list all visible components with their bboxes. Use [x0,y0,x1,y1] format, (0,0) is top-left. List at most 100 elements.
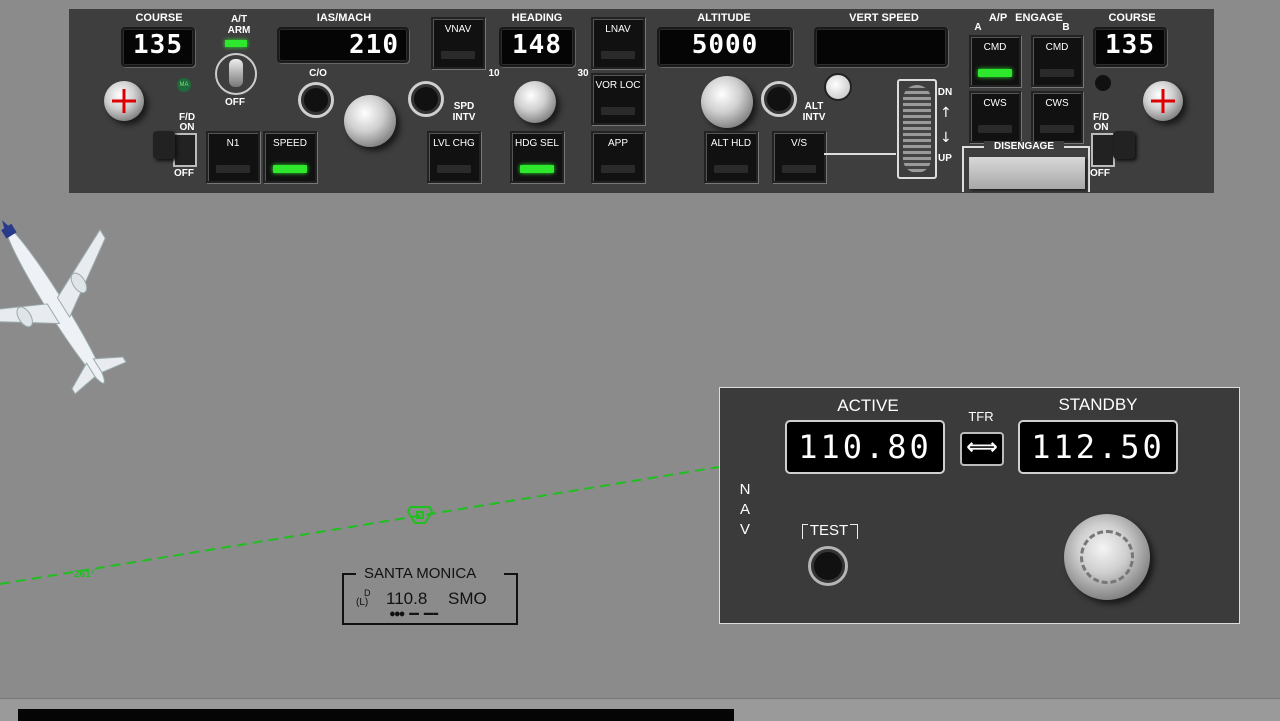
cmd-a-label: CMD [983,42,1007,53]
crosshair-icon [1151,89,1175,113]
spd-intv-label-2: INTV [452,112,476,123]
heading-display: 148 [499,27,575,67]
at-indicator-light: MA [177,78,191,92]
alt-hld-label: ALT HLD [710,138,752,149]
vs-thumbwheel[interactable] [903,85,931,173]
course-right-knob[interactable] [1143,81,1183,121]
fd-left-lever[interactable] [153,131,175,159]
vor-ident: SMO [448,589,487,608]
standby-frequency-display: 112.50 [1018,420,1178,474]
vs-arrows-icon: ↑ ↓ [940,105,952,146]
lnav-label: LNAV [605,24,631,35]
fd-left-on-label: ON [179,122,195,133]
nav-radio-panel: NAV ACTIVE 110.80 TFR ⟺ STANDBY 112.50 T… [719,387,1240,624]
at-arm-light [225,40,247,47]
hdg-sel-label: HDG SEL [515,138,559,149]
bank-min-label: 10 [488,68,500,79]
course-left-label: COURSE [135,12,183,24]
cmd-a-button[interactable]: CMD [969,35,1021,87]
spd-intv-button[interactable] [408,81,444,117]
bank-max-label: 30 [577,68,589,79]
course-left-display: 135 [121,27,195,67]
course-right-indicator [1095,75,1111,91]
speed-button[interactable]: SPEED [263,131,317,183]
n1-label: N1 [226,138,240,149]
vor-loc-button[interactable]: VOR LOC [591,73,645,125]
changeover-button[interactable] [298,82,334,118]
at-arm-label: ARM [227,25,251,36]
cmd-b-button[interactable]: CMD [1031,35,1083,87]
vor-loc-label: VOR LOC [595,80,641,91]
app-label: APP [607,138,628,149]
hdg-sel-button[interactable]: HDG SEL [510,131,564,183]
vs-up-label: UP [938,153,952,164]
fd-right-off-label: OFF [1090,168,1110,179]
vert-speed-label: VERT SPEED [849,12,919,24]
mode-control-panel: COURSE 135 MA F/D ON OFF A/T ARM OFF N1 … [69,9,1214,193]
tfr-label: TFR [968,409,994,424]
disengage-label: DISENGAGE [984,141,1064,152]
frequency-tuning-knob[interactable] [1064,514,1150,600]
vor-info-box: SANTA MONICA D (L) 110.8 SMO ●●● ▬▬ ▬▬▬ [342,565,518,625]
vnav-button[interactable]: VNAV [431,17,485,69]
course-left-knob[interactable] [104,81,144,121]
nav-letter-a: A [739,501,750,518]
cmd-b-label: CMD [1045,42,1069,53]
lvl-chg-button[interactable]: LVL CHG [427,131,481,183]
morse-code: ●●● ▬▬ ▬▬▬ [390,609,439,618]
heading-label: HEADING [511,12,563,24]
vs-wheel-frame [897,79,937,179]
cws-b-label: CWS [1045,98,1069,109]
standby-label: STANDBY [1058,395,1138,414]
ias-mach-display: 210 [277,27,409,63]
route-line [0,466,720,585]
heading-knob[interactable] [514,81,556,123]
at-off-label: OFF [225,97,245,108]
course-right-label: COURSE [1108,12,1156,24]
test-button[interactable] [808,546,848,586]
course-right-display: 135 [1093,27,1167,67]
vor-name: SANTA MONICA [364,565,477,582]
altitude-knob[interactable] [701,76,753,128]
airplane-icon [0,220,127,395]
alt-intv-label-2: INTV [802,112,826,123]
bottom-strip [0,698,1280,721]
vs-label: V/S [790,138,808,149]
bottom-bar [18,709,734,721]
nav-side-label: NAV [738,480,752,540]
crosshair-icon [112,89,136,113]
fd-left-switch[interactable] [173,133,197,167]
co-label: C/O [309,68,327,79]
vs-link-line [824,153,896,155]
n1-button[interactable]: N1 [206,131,260,183]
alt-hld-button[interactable]: ALT HLD [704,131,758,183]
at-arm-switch[interactable] [215,53,257,95]
nav-letter-v: V [739,521,750,538]
fd-right-switch[interactable] [1091,133,1115,167]
vor-frequency: 110.8 [386,589,428,608]
cws-a-button[interactable]: CWS [969,91,1021,143]
alt-intv-label-1: ALT [804,101,824,112]
speed-label: SPEED [273,138,307,149]
vs-button[interactable]: V/S [772,131,826,183]
test-label: TEST [808,522,850,539]
altitude-label: ALTITUDE [697,12,751,24]
cws-a-label: CWS [983,98,1007,109]
status-light [824,73,852,101]
lnav-button[interactable]: LNAV [591,17,645,69]
transfer-button[interactable]: ⟺ [960,432,1004,466]
app-button[interactable]: APP [591,131,645,183]
fd-left-off-label: OFF [174,168,194,179]
at-label: A/T [230,14,248,25]
speed-knob[interactable] [344,95,396,147]
spd-intv-label-1: SPD [453,101,475,112]
radial-label: 261° [74,569,95,580]
cws-b-button[interactable]: CWS [1031,91,1083,143]
lvl-chg-label: LVL CHG [433,138,475,149]
alt-intv-button[interactable] [761,81,797,117]
nav-letter-n: N [739,481,751,498]
ap-a-label: A [974,22,982,33]
active-label: ACTIVE [837,396,899,415]
disengage-bar[interactable] [969,157,1085,189]
fd-right-lever[interactable] [1113,131,1135,159]
